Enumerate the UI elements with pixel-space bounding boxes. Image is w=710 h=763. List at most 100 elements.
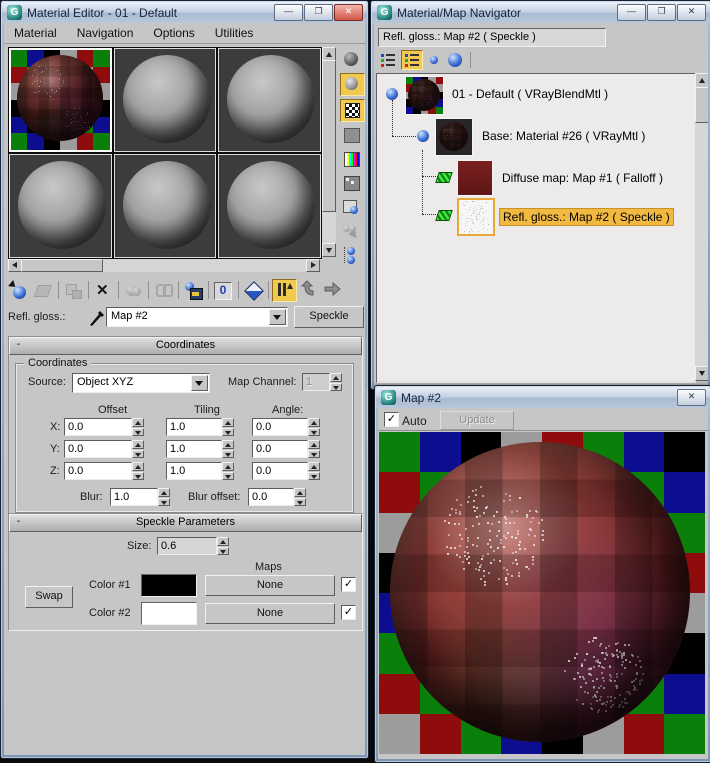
- menu-utilities[interactable]: Utilities: [205, 23, 264, 43]
- minimize-button[interactable]: —: [274, 4, 303, 21]
- navigator-titlebar[interactable]: G Material/Map Navigator — ❐ ✕: [372, 2, 710, 23]
- material-thumbnail[interactable]: [405, 76, 444, 115]
- size-spinner[interactable]: [217, 537, 229, 555]
- coordinates-rollout-header[interactable]: - Coordinates: [9, 337, 362, 355]
- offset-z-spinner[interactable]: [132, 462, 144, 480]
- speckle-rollout-header[interactable]: - Speckle Parameters: [9, 514, 362, 532]
- make-unique-icon[interactable]: [152, 280, 175, 301]
- material-id-channel-icon[interactable]: 0: [212, 280, 235, 301]
- material-map-navigator-icon[interactable]: [340, 245, 363, 266]
- pick-material-eyedropper-icon[interactable]: [88, 307, 106, 330]
- source-dropdown[interactable]: Object XYZ: [72, 373, 210, 393]
- tiling-x-field[interactable]: [166, 418, 222, 436]
- angle-y-field[interactable]: [252, 440, 308, 458]
- blur-offset-spinner[interactable]: [294, 488, 306, 506]
- menu-options[interactable]: Options: [143, 23, 204, 43]
- tiling-x-spinner[interactable]: [222, 418, 234, 436]
- map-channel-spinner[interactable]: [330, 373, 342, 391]
- tree-item-label[interactable]: Base: Material #26 ( VRayMtl ): [479, 128, 648, 144]
- dropdown-arrow-icon[interactable]: [269, 309, 286, 325]
- show-end-result-icon[interactable]: [272, 278, 297, 302]
- material-editor-titlebar[interactable]: G Material Editor - 01 - Default — ❐ ✕: [2, 2, 367, 23]
- go-to-parent-icon[interactable]: [298, 279, 321, 301]
- collapse-icon[interactable]: -: [13, 340, 24, 351]
- map-type-button[interactable]: Speckle: [294, 306, 364, 328]
- close-button[interactable]: ✕: [677, 389, 706, 406]
- view-list-with-icons-icon[interactable]: [401, 50, 423, 70]
- view-large-icons-icon[interactable]: [445, 51, 465, 69]
- menu-navigation[interactable]: Navigation: [67, 23, 144, 43]
- maximize-button[interactable]: ❐: [647, 4, 676, 21]
- maximize-button[interactable]: ❐: [304, 4, 333, 21]
- angle-y-spinner[interactable]: [308, 440, 320, 458]
- make-material-copy-icon[interactable]: [122, 280, 145, 301]
- sample-slot[interactable]: [218, 154, 321, 258]
- sample-type-sphere-icon[interactable]: [340, 49, 363, 70]
- sample-slot[interactable]: [218, 48, 321, 152]
- options-icon[interactable]: [340, 197, 363, 218]
- close-button[interactable]: ✕: [334, 4, 363, 21]
- sample-slot[interactable]: [113, 154, 217, 258]
- sample-uv-tiling-icon[interactable]: [340, 125, 363, 146]
- angle-z-spinner[interactable]: [308, 462, 320, 480]
- tiling-y-spinner[interactable]: [222, 440, 234, 458]
- get-material-icon[interactable]: [8, 279, 31, 301]
- blur-offset-field[interactable]: [248, 488, 294, 506]
- color2-map-button[interactable]: None: [205, 603, 335, 624]
- map-channel-field[interactable]: [302, 373, 330, 391]
- sample-slot-active[interactable]: [9, 48, 112, 152]
- color1-swatch[interactable]: [141, 574, 197, 597]
- angle-x-field[interactable]: [252, 418, 308, 436]
- make-preview-icon[interactable]: [340, 173, 363, 194]
- dropdown-arrow-icon[interactable]: [191, 375, 208, 391]
- reset-map-icon[interactable]: ✕: [92, 280, 115, 301]
- angle-z-field[interactable]: [252, 462, 308, 480]
- tree-item-label[interactable]: Diffuse map: Map #1 ( Falloff ): [499, 170, 666, 186]
- tiling-z-spinner[interactable]: [222, 462, 234, 480]
- offset-z-field[interactable]: [64, 462, 132, 480]
- material-name-dropdown[interactable]: Map #2: [106, 307, 288, 327]
- sample-slot[interactable]: [9, 154, 112, 258]
- tree-item-label[interactable]: 01 - Default ( VRayBlendMtl ): [449, 86, 611, 102]
- material-thumbnail[interactable]: [435, 118, 473, 156]
- minimize-button[interactable]: —: [617, 4, 646, 21]
- blur-field[interactable]: [110, 488, 158, 506]
- map-thumbnail[interactable]: [457, 160, 493, 196]
- offset-x-spinner[interactable]: [132, 418, 144, 436]
- sample-horizontal-scrollbar[interactable]: [8, 259, 320, 272]
- tiling-z-field[interactable]: [166, 462, 222, 480]
- select-by-material-icon[interactable]: [340, 221, 363, 242]
- blur-spinner[interactable]: [158, 488, 170, 506]
- backlight-icon[interactable]: [340, 73, 365, 96]
- put-to-library-icon[interactable]: [182, 280, 205, 301]
- color2-swatch[interactable]: [141, 602, 197, 625]
- color1-enable-checkbox[interactable]: ✓: [341, 577, 356, 592]
- offset-y-field[interactable]: [64, 440, 132, 458]
- size-field[interactable]: [157, 537, 217, 555]
- go-forward-to-sibling-icon[interactable]: [322, 280, 345, 301]
- collapse-icon[interactable]: -: [13, 517, 24, 528]
- menu-material[interactable]: Material: [4, 23, 67, 43]
- assign-material-to-selection-icon[interactable]: [62, 280, 85, 301]
- show-map-in-viewport-icon[interactable]: [242, 280, 265, 301]
- close-button[interactable]: ✕: [677, 4, 706, 21]
- tiling-y-field[interactable]: [166, 440, 222, 458]
- tree-item-label[interactable]: Refl. gloss.: Map #2 ( Speckle ): [499, 208, 674, 226]
- map-window-titlebar[interactable]: G Map #2 ✕: [376, 387, 710, 408]
- map-thumbnail[interactable]: [457, 198, 495, 236]
- angle-x-spinner[interactable]: [308, 418, 320, 436]
- auto-checkbox[interactable]: ✓: [384, 412, 399, 427]
- color1-map-button[interactable]: None: [205, 575, 335, 596]
- tree-scrollbar[interactable]: [695, 73, 708, 381]
- background-checker-icon[interactable]: [340, 99, 365, 122]
- swap-button[interactable]: Swap: [25, 586, 73, 608]
- offset-y-spinner[interactable]: [132, 440, 144, 458]
- color2-enable-checkbox[interactable]: ✓: [341, 605, 356, 620]
- put-material-to-scene-icon[interactable]: [32, 280, 55, 301]
- video-color-check-icon[interactable]: [340, 149, 363, 170]
- sample-vertical-scrollbar[interactable]: [322, 47, 336, 257]
- view-small-icons-icon[interactable]: [426, 51, 442, 69]
- offset-x-field[interactable]: [64, 418, 132, 436]
- sample-slot[interactable]: [113, 48, 217, 152]
- view-list-icon[interactable]: [378, 51, 398, 69]
